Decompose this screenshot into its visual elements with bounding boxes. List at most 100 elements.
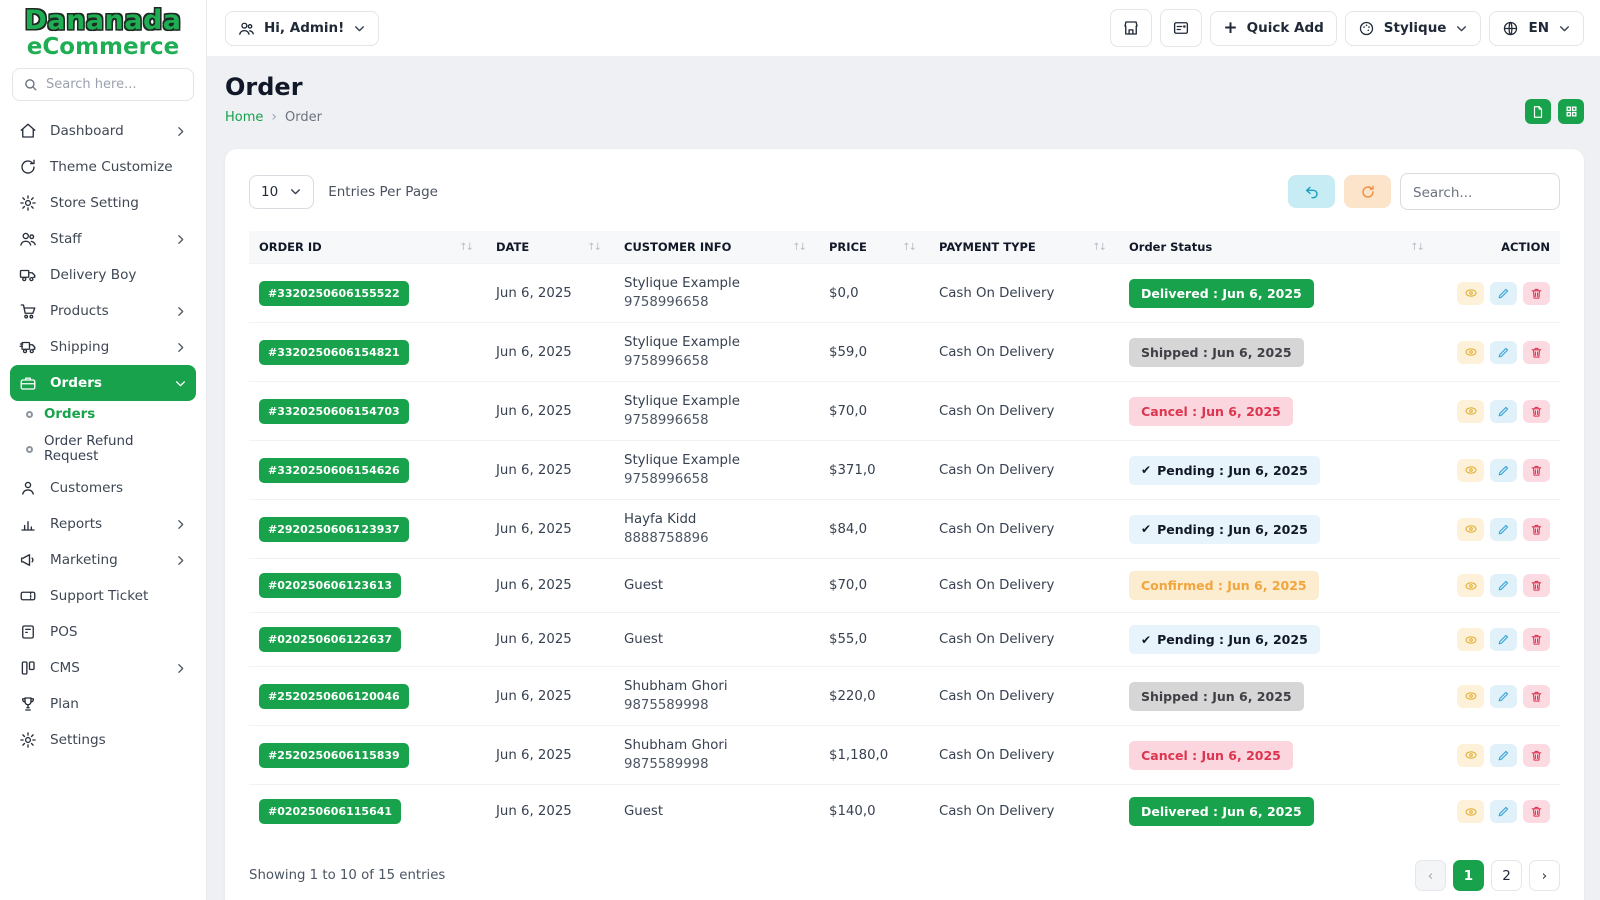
order-id-badge[interactable]: #2520250606120046 xyxy=(259,684,409,709)
language-select-button[interactable]: EN xyxy=(1489,11,1584,46)
edit-order-button[interactable] xyxy=(1490,685,1517,708)
customer-name: Stylique Example xyxy=(624,394,809,409)
edit-order-button[interactable] xyxy=(1490,459,1517,482)
sidebar-subitem-orders[interactable]: Orders xyxy=(10,401,196,428)
sidebar-subitem-label: Orders xyxy=(44,407,95,422)
header-order-id[interactable]: ORDER ID↑↓ xyxy=(249,231,486,264)
sidebar-search[interactable] xyxy=(12,68,194,101)
table-search-input[interactable] xyxy=(1413,185,1547,201)
view-order-button[interactable] xyxy=(1457,341,1484,364)
customer-name: Hayfa Kidd xyxy=(624,512,809,527)
edit-order-button[interactable] xyxy=(1490,400,1517,423)
brand-logo[interactable]: Dananada eCommerce xyxy=(0,0,206,59)
undo-button[interactable] xyxy=(1288,175,1335,208)
sidebar-item-orders[interactable]: Orders xyxy=(10,365,196,401)
header-date[interactable]: DATE↑↓ xyxy=(486,231,614,264)
view-order-button[interactable] xyxy=(1457,282,1484,305)
grid-view-button[interactable] xyxy=(1558,99,1584,124)
gear-icon xyxy=(19,194,37,212)
view-order-button[interactable] xyxy=(1457,800,1484,823)
sidebar-item-staff[interactable]: Staff xyxy=(10,221,196,257)
delete-order-button[interactable] xyxy=(1523,685,1550,708)
view-order-button[interactable] xyxy=(1457,685,1484,708)
view-order-button[interactable] xyxy=(1457,574,1484,597)
delete-order-button[interactable] xyxy=(1523,744,1550,767)
admin-menu-button[interactable]: Hi, Admin! xyxy=(225,11,379,46)
payment-type: Cash On Delivery xyxy=(929,667,1119,726)
delete-order-button[interactable] xyxy=(1523,341,1550,364)
edit-order-button[interactable] xyxy=(1490,574,1517,597)
order-id-badge[interactable]: #020250606115641 xyxy=(259,799,401,824)
edit-order-button[interactable] xyxy=(1490,800,1517,823)
delete-order-button[interactable] xyxy=(1523,400,1550,423)
view-order-button[interactable] xyxy=(1457,518,1484,541)
order-id-badge[interactable]: #3320250606155522 xyxy=(259,281,409,306)
sidebar-item-theme-customize[interactable]: Theme Customize xyxy=(10,149,196,185)
header-payment-type[interactable]: PAYMENT TYPE↑↓ xyxy=(929,231,1119,264)
sidebar-search-input[interactable] xyxy=(46,77,183,92)
sidebar-item-pos[interactable]: POS xyxy=(10,614,196,650)
sidebar-item-plan[interactable]: Plan xyxy=(10,686,196,722)
order-id-badge[interactable]: #020250606122637 xyxy=(259,627,401,652)
page-1-button[interactable]: 1 xyxy=(1453,860,1484,891)
refresh-button[interactable] xyxy=(1344,175,1391,208)
delete-order-button[interactable] xyxy=(1523,518,1550,541)
breadcrumb-home-link[interactable]: Home xyxy=(225,110,263,125)
delete-order-button[interactable] xyxy=(1523,459,1550,482)
status-badge: Shipped : Jun 6, 2025 xyxy=(1129,338,1304,367)
order-id-badge[interactable]: #3320250606154626 xyxy=(259,458,409,483)
sidebar-item-label: Delivery Boy xyxy=(50,267,187,283)
edit-order-button[interactable] xyxy=(1490,628,1517,651)
header-price[interactable]: PRICE↑↓ xyxy=(819,231,929,264)
entries-summary: Showing 1 to 10 of 15 entries xyxy=(249,868,445,883)
theme-select-button[interactable]: Stylique xyxy=(1345,11,1482,46)
edit-order-button[interactable] xyxy=(1490,744,1517,767)
order-id-badge[interactable]: #3320250606154703 xyxy=(259,399,409,424)
view-order-button[interactable] xyxy=(1457,400,1484,423)
export-button[interactable] xyxy=(1525,99,1551,124)
next-page-button[interactable]: › xyxy=(1529,860,1560,891)
delete-order-button[interactable] xyxy=(1523,800,1550,823)
layout-icon xyxy=(19,659,37,677)
sidebar-item-customers[interactable]: Customers xyxy=(10,470,196,506)
storefront-button[interactable] xyxy=(1110,9,1152,47)
edit-order-button[interactable] xyxy=(1490,518,1517,541)
delete-order-button[interactable] xyxy=(1523,574,1550,597)
view-order-button[interactable] xyxy=(1457,628,1484,651)
undo-icon xyxy=(1304,184,1320,200)
cart-icon xyxy=(19,302,37,320)
edit-order-button[interactable] xyxy=(1490,341,1517,364)
delete-order-button[interactable] xyxy=(1523,282,1550,305)
order-id-badge[interactable]: #2920250606123937 xyxy=(259,517,409,542)
sidebar-item-cms[interactable]: CMS xyxy=(10,650,196,686)
entries-per-page-select[interactable]: 10 xyxy=(249,175,314,209)
view-order-button[interactable] xyxy=(1457,459,1484,482)
page-2-button[interactable]: 2 xyxy=(1491,860,1522,891)
sidebar-item-dashboard[interactable]: Dashboard xyxy=(10,113,196,149)
quick-add-button[interactable]: + Quick Add xyxy=(1210,11,1336,46)
customer-name: Guest xyxy=(624,578,809,593)
sidebar-item-store-setting[interactable]: Store Setting xyxy=(10,185,196,221)
view-order-button[interactable] xyxy=(1457,744,1484,767)
sidebar-item-products[interactable]: Products xyxy=(10,293,196,329)
chevron-separator-icon: › xyxy=(271,109,277,125)
sidebar-item-marketing[interactable]: Marketing xyxy=(10,542,196,578)
sidebar-subitem-order-refund-request[interactable]: Order Refund Request xyxy=(10,428,196,470)
header-order-status[interactable]: Order Status↑↓ xyxy=(1119,231,1437,264)
header-customer-info[interactable]: CUSTOMER INFO↑↓ xyxy=(614,231,819,264)
card-button[interactable] xyxy=(1160,9,1202,47)
sidebar-item-support-ticket[interactable]: Support Ticket xyxy=(10,578,196,614)
sidebar-item-shipping[interactable]: Shipping xyxy=(10,329,196,365)
table-search[interactable] xyxy=(1400,173,1560,210)
edit-order-button[interactable] xyxy=(1490,282,1517,305)
prev-page-button[interactable]: ‹ xyxy=(1415,860,1446,891)
sidebar-item-reports[interactable]: Reports xyxy=(10,506,196,542)
rotate-icon xyxy=(19,158,37,176)
order-id-badge[interactable]: #020250606123613 xyxy=(259,573,401,598)
sidebar-item-delivery-boy[interactable]: Delivery Boy xyxy=(10,257,196,293)
order-id-badge[interactable]: #3320250606154821 xyxy=(259,340,409,365)
delete-order-button[interactable] xyxy=(1523,628,1550,651)
trash-icon xyxy=(1530,579,1543,592)
sidebar-item-settings[interactable]: Settings xyxy=(10,722,196,758)
order-id-badge[interactable]: #2520250606115839 xyxy=(259,743,409,768)
